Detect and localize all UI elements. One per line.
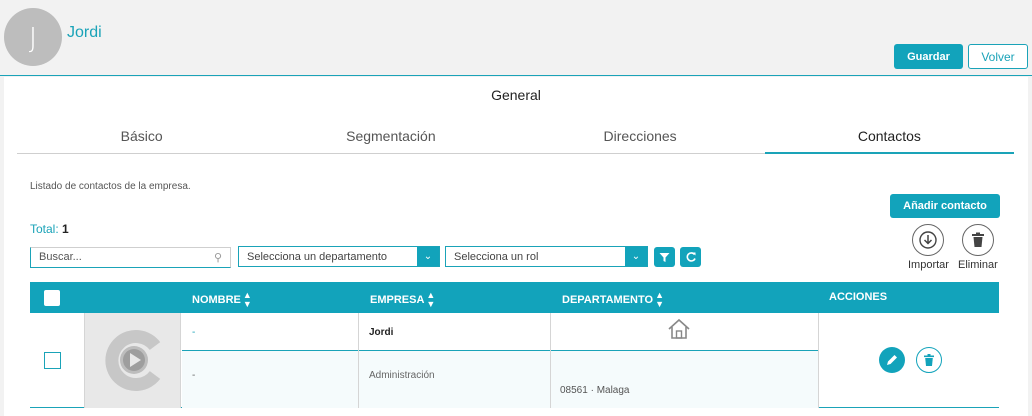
content-card: General Básico Segmentación Direcciones …	[4, 77, 1028, 416]
column-nombre[interactable]: NOMBRE ▲ ▼	[192, 291, 252, 309]
contact-company: Jordi	[369, 327, 394, 338]
delete-contact-button[interactable]	[916, 347, 942, 373]
department-select[interactable]: Selecciona un departamento ⌄	[238, 246, 440, 267]
add-contact-button[interactable]: Añadir contacto	[890, 194, 1000, 218]
total-label: Total:	[30, 222, 59, 236]
avatar: J	[4, 8, 62, 66]
import-button[interactable]	[912, 224, 944, 256]
delete-label: Eliminar	[958, 259, 998, 271]
filter-icon	[659, 252, 670, 262]
sort-icon: ▲ ▼	[242, 290, 252, 309]
company-name: Jordi	[67, 24, 102, 41]
page-header: J Jordi Guardar Volver	[0, 0, 1032, 76]
import-label: Importar	[908, 259, 949, 271]
column-empresa-label: EMPRESA	[370, 294, 425, 306]
tab-direcciones[interactable]: Direcciones	[516, 121, 765, 153]
save-button[interactable]: Guardar	[894, 44, 963, 69]
chevron-down-icon: ⌄	[625, 247, 647, 266]
home-icon	[668, 318, 690, 339]
delete-all-button[interactable]	[962, 224, 994, 256]
role-select-value: Selecciona un rol	[454, 251, 539, 263]
row-sub-line	[182, 351, 818, 408]
total-value: 1	[62, 222, 69, 236]
import-icon	[919, 231, 937, 249]
tabs: Básico Segmentación Direcciones Contacto…	[17, 121, 1014, 154]
refresh-icon	[686, 252, 696, 262]
search-placeholder: Buscar...	[39, 251, 82, 263]
department-select-value: Selecciona un departamento	[247, 251, 388, 263]
section-title: General	[491, 87, 541, 103]
search-icon: ⚲	[213, 252, 222, 264]
refresh-button[interactable]	[680, 247, 701, 267]
column-divider	[358, 313, 359, 408]
tab-contactos[interactable]: Contactos	[764, 121, 1014, 154]
contact-name-sub: -	[192, 370, 196, 381]
trash-icon	[972, 232, 984, 247]
chevron-down-icon: ⌄	[417, 247, 439, 266]
select-all-checkbox[interactable]	[44, 290, 60, 306]
edit-icon	[887, 355, 897, 365]
edit-contact-button[interactable]	[879, 347, 905, 373]
tab-basico[interactable]: Básico	[17, 121, 266, 153]
column-acciones-label: ACCIONES	[829, 291, 888, 303]
column-departamento[interactable]: DEPARTAMENTO ▲ ▼	[562, 291, 664, 309]
search-input[interactable]: Buscar... ⚲	[30, 247, 231, 268]
contacts-description: Listado de contactos de la empresa.	[30, 181, 191, 192]
table-header: NOMBRE ▲ ▼ EMPRESA ▲ ▼ DEPARTAMENTO ▲ ▼ ACC…	[30, 282, 999, 313]
sort-icon: ▲ ▼	[426, 290, 436, 309]
total-count: Total: 1	[30, 222, 69, 236]
column-divider	[550, 313, 551, 408]
contact-name[interactable]: -	[192, 327, 195, 338]
row-main-line	[182, 313, 818, 351]
contact-department: Administración	[369, 370, 435, 381]
play-icon	[105, 330, 161, 391]
contact-address: 08561 · Malaga	[560, 385, 630, 396]
column-divider	[818, 313, 819, 408]
contact-thumbnail	[84, 313, 181, 408]
filter-button[interactable]	[654, 247, 675, 267]
row-checkbox[interactable]	[44, 352, 61, 369]
column-departamento-label: DEPARTAMENTO	[562, 294, 654, 306]
table-row: - - Jordi Administración 08561 · Malaga	[30, 313, 999, 408]
tab-segmentacion[interactable]: Segmentación	[266, 121, 515, 153]
column-nombre-label: NOMBRE	[192, 294, 241, 306]
role-select[interactable]: Selecciona un rol ⌄	[445, 246, 648, 267]
column-acciones: ACCIONES	[829, 291, 887, 303]
back-button[interactable]: Volver	[968, 44, 1028, 69]
sort-icon: ▲ ▼	[655, 290, 664, 309]
trash-icon	[924, 354, 934, 366]
column-empresa[interactable]: EMPRESA ▲ ▼	[370, 291, 435, 309]
